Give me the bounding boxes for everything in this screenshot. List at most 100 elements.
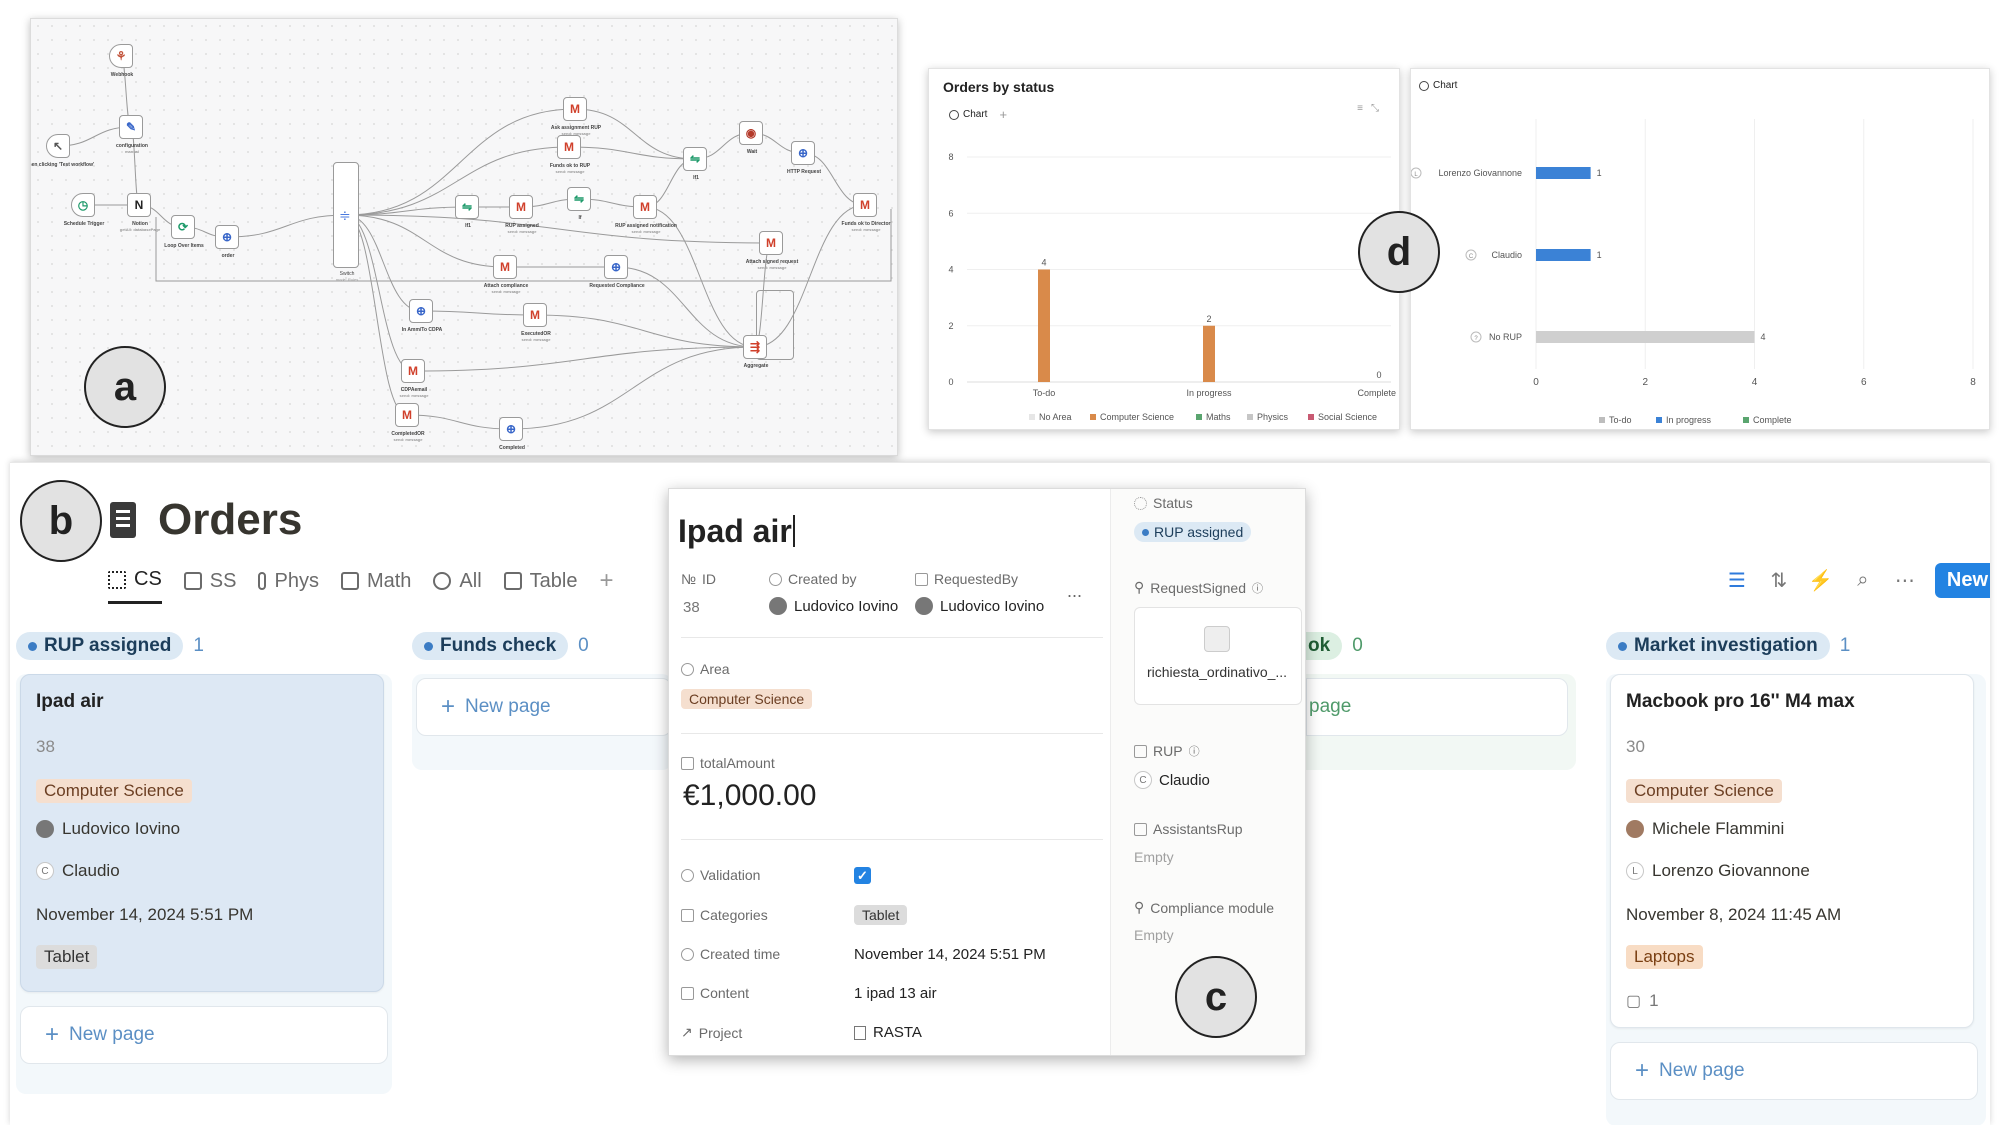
board-icon	[183, 572, 202, 590]
wf-node-title: When clicking 'Test workflow'	[30, 162, 95, 168]
wf-node-sub: send: message	[393, 437, 423, 442]
status-badge[interactable]: ok	[1306, 632, 1343, 660]
data-label: 4	[1041, 258, 1046, 268]
wf-node-inamm[interactable]: ⊕ In Amm/To CDPA	[402, 299, 442, 333]
wf-node-completeor[interactable]: M CompletedOR send: message	[391, 403, 425, 442]
column-header: Market investigation 1	[1606, 630, 1850, 662]
wf-node-http[interactable]: ⊕ HTTP Request	[787, 141, 821, 175]
wf-node-notion[interactable]: N Notion getAll: databasePage	[120, 193, 160, 232]
order-card[interactable]: Ipad air 38 Computer Science Ludovico Io…	[20, 674, 384, 992]
wf-node-loop[interactable]: ⟳ Loop Over Items	[164, 215, 204, 249]
rup-chart[interactable]: Chart 0 2 4 6 8 1 Lorenzo Giovannone L 1 Claudio C…	[1410, 68, 1990, 430]
gmail-icon: M	[500, 260, 510, 274]
cpu-icon	[108, 570, 126, 589]
wf-node-fundsdir[interactable]: M Funds ok to Director send: message	[842, 193, 890, 232]
wf-node-title: Completed	[499, 445, 525, 451]
assistants-value[interactable]: Empty	[1134, 849, 1174, 865]
wf-node-config[interactable]: ✎ configuration manual	[116, 115, 148, 154]
automation-icon[interactable]: ⚡	[1808, 569, 1833, 593]
page-header: Orders	[110, 495, 302, 545]
label-text: Area	[700, 661, 730, 677]
wf-node-if2[interactable]: ⇋ If	[567, 187, 591, 221]
wf-node-wait[interactable]: ◉ Wait	[739, 121, 763, 155]
comments-row[interactable]: ▢ 1	[1626, 991, 1659, 1011]
wf-node-order[interactable]: ⊕ order	[215, 225, 239, 259]
card-number: 38	[36, 737, 55, 756]
status-badge[interactable]: RUP assigned	[16, 632, 184, 660]
add-view-button[interactable]: +	[599, 567, 613, 605]
wf-node-manual[interactable]: ↖ When clicking 'Test workflow'	[31, 134, 94, 168]
wf-node-sub: manual	[124, 149, 139, 154]
status-badge[interactable]: Funds check	[412, 632, 569, 660]
wf-node-webhook[interactable]: ⚘ Webhook	[109, 44, 133, 78]
paperclip-icon: ⚲	[1134, 899, 1145, 915]
wf-node-schedule[interactable]: ◷ Schedule Trigger	[64, 193, 104, 227]
tab-table[interactable]: Table	[503, 570, 577, 603]
wf-node-if1[interactable]: ⇋ If1	[455, 195, 479, 229]
created-by-value[interactable]: Ludovico Iovino	[769, 597, 898, 615]
new-page-button[interactable]: page	[1306, 678, 1568, 736]
area-tag: Computer Science	[1626, 779, 1782, 803]
wf-node-cdpa[interactable]: M CDPAemail send: message	[400, 359, 428, 398]
wf-node-aggregate[interactable]: ⇶ Aggregate	[743, 335, 768, 369]
category-tag[interactable]: Tablet	[854, 905, 908, 925]
requested-by-value[interactable]: Ludovico Iovino	[915, 597, 1044, 615]
category-tag: Laptops	[1626, 945, 1703, 969]
wf-node-if3[interactable]: ⇋ If1	[683, 147, 707, 181]
wf-node-attachreq[interactable]: M Attach signed request send: message	[746, 231, 798, 270]
wf-node-label: CompletedOR send: message	[363, 431, 453, 442]
sort-icon[interactable]: ⇅	[1767, 569, 1791, 593]
gmail-icon: M	[530, 308, 540, 322]
wf-node-reqcomp[interactable]: ⊕ Requested Compliance	[589, 255, 645, 289]
content-value[interactable]: 1 ipad 13 air	[854, 985, 937, 1002]
label-text: RequestedBy	[934, 571, 1019, 587]
total-amount[interactable]: €1,000.00	[683, 779, 816, 813]
orders-by-status-chart[interactable]: Orders by status Chart + ≡⤡ 0 2 4 6 8 4 To-do 2…	[928, 68, 1400, 430]
y-tick-label: Lorenzo Giovannone	[1438, 168, 1522, 178]
wf-node-title: Wait	[746, 149, 758, 155]
wait-icon: ◉	[745, 126, 757, 140]
new-page-button[interactable]: + New page	[1610, 1042, 1978, 1100]
more-icon[interactable]: ⋯	[1893, 569, 1917, 593]
wf-node-rupnotif[interactable]: M RUP assigned notification send: message	[615, 195, 677, 234]
order-card[interactable]: Macbook pro 16'' M4 max 30 Computer Scie…	[1610, 674, 1974, 1028]
wf-node-executed[interactable]: M ExecutedOR send: message	[521, 303, 551, 342]
new-page-button[interactable]: + New page	[416, 678, 672, 736]
wf-node-switch[interactable]: ≑ Switch mode: Rules	[333, 162, 359, 282]
wf-node-askrup[interactable]: M Ask assignment RUP send: message	[551, 97, 601, 136]
filter-icon[interactable]: ☰	[1725, 569, 1749, 593]
more-button[interactable]: ...	[1067, 581, 1082, 602]
legend-swatch	[1743, 417, 1749, 423]
tab-math[interactable]: Math	[340, 570, 411, 603]
new-button[interactable]: New	[1934, 563, 1990, 598]
tab-all[interactable]: All	[433, 570, 482, 603]
wf-node-rupassigned[interactable]: M RUP assigned send: message	[505, 195, 539, 234]
rup-value[interactable]: C Claudio	[1134, 771, 1210, 789]
project-value[interactable]: RASTA	[854, 1024, 922, 1041]
status-icon	[1134, 496, 1147, 510]
tab-cs[interactable]: CS	[108, 568, 162, 604]
wf-node-label: Wait	[707, 149, 797, 155]
file-attachment[interactable]: richiesta_ordinativo_...	[1134, 607, 1302, 705]
label-text: RUP	[1153, 743, 1183, 759]
search-icon[interactable]: ⌕	[1851, 569, 1875, 593]
tab-phys[interactable]: Phys	[258, 570, 319, 603]
wf-node-completed[interactable]: ⊕ Completed	[499, 417, 525, 451]
tab-ss[interactable]: SS	[183, 570, 236, 603]
data-label: 2	[1206, 314, 1211, 324]
wf-edge	[412, 346, 756, 372]
gmail-icon: M	[766, 236, 776, 250]
wf-node-fundsrup[interactable]: M Funds ok to RUP send: message	[550, 135, 590, 174]
people-icon	[1134, 744, 1147, 758]
validation-checkbox[interactable]: ✓	[854, 867, 871, 884]
id-value: 38	[683, 599, 700, 616]
status-badge[interactable]: RUP assigned	[1134, 522, 1252, 542]
area-tag[interactable]: Computer Science	[681, 689, 813, 709]
wf-node-label: configuration manual	[87, 143, 177, 154]
y-tick-label: 0	[948, 377, 953, 387]
status-badge[interactable]: Market investigation	[1606, 632, 1830, 660]
popup-title[interactable]: Ipad air	[678, 513, 795, 550]
new-page-button[interactable]: + New page	[20, 1006, 388, 1064]
compliance-value[interactable]: Empty	[1134, 927, 1174, 943]
wf-node-attachcomp[interactable]: M Attach compliance send: message	[484, 255, 528, 294]
